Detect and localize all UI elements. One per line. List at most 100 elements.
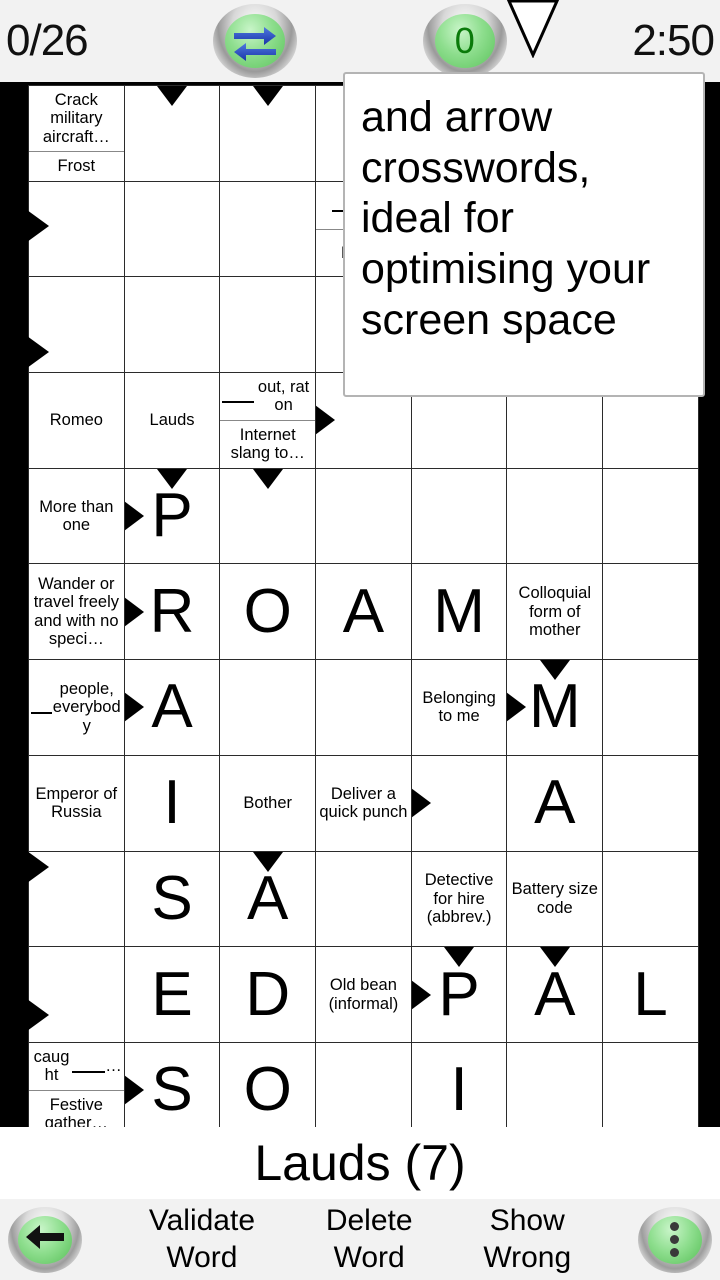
clue-text: Battery size code: [508, 852, 602, 946]
clue-text: Lauds: [125, 374, 219, 468]
delete-word-button[interactable]: Delete Word: [322, 1203, 417, 1276]
letter-cell[interactable]: [602, 850, 699, 948]
clue-cell[interactable]: Battery size code: [506, 850, 604, 948]
clue-text-line: Detective for hire (abbrev.): [424, 871, 494, 927]
clue-text-line: people, everybody: [29, 661, 123, 755]
letter-cell[interactable]: [219, 659, 317, 756]
clue-text-line: Old bean (informal): [328, 976, 399, 1013]
clue-text-line: Frost: [29, 151, 124, 180]
cell-letter: S: [151, 863, 193, 933]
clue-cell[interactable]: Lauds: [123, 372, 221, 469]
letter-cell[interactable]: [602, 659, 699, 756]
clue-cell[interactable]: out, rat on Internet slang to…: [219, 372, 317, 469]
grid-row: More than one P: [28, 467, 699, 565]
hint-button[interactable]: 0: [422, 0, 559, 78]
swap-direction-button[interactable]: [213, 4, 298, 78]
letter-cell[interactable]: [219, 276, 317, 374]
arrow-right-icon: [412, 979, 431, 1010]
clue-text: Belonging to me: [412, 661, 506, 755]
letter-cell[interactable]: [219, 180, 317, 278]
clue-text: Crack military aircraft… Frost: [29, 86, 124, 180]
clue-text-line: More than one: [39, 497, 114, 535]
timer-display: 2:50: [632, 16, 715, 65]
clue-cell[interactable]: Belonging to me: [410, 659, 508, 756]
letter-cell[interactable]: [410, 467, 508, 565]
status-bar: 0/26 0 2:50: [0, 0, 720, 82]
clue-cell[interactable]: Old bean (informal): [315, 946, 412, 1043]
letter-cell[interactable]: [602, 467, 699, 565]
letter-cell[interactable]: A: [315, 563, 412, 661]
letter-cell[interactable]: L: [602, 946, 699, 1043]
clue-cell[interactable]: Detective for hire (abbrev.): [410, 850, 508, 948]
validate-word-line1: Validate: [148, 1203, 255, 1237]
letter-cell[interactable]: A: [506, 754, 604, 852]
cell-letter: A: [342, 576, 385, 646]
arrow-right-icon: [27, 999, 49, 1032]
arrow-down-icon: [444, 947, 475, 968]
cell-letter: E: [151, 959, 193, 1029]
more-options-button[interactable]: [637, 1206, 712, 1273]
letter-cell[interactable]: O: [219, 563, 317, 661]
letter-cell[interactable]: [123, 85, 221, 182]
clue-cell[interactable]: Emperor of Russia: [28, 754, 125, 852]
arrow-right-icon: [125, 692, 144, 723]
letter-cell[interactable]: S: [123, 850, 221, 948]
grid-row: Emperor of Russia I Bother Deliver a quick …: [28, 754, 699, 852]
clue-cell[interactable]: Crack military aircraft… Frost: [28, 85, 125, 182]
letter-cell[interactable]: O: [219, 1041, 317, 1139]
letter-cell[interactable]: [506, 1041, 604, 1139]
letter-cell[interactable]: [315, 1041, 412, 1139]
letter-cell[interactable]: M: [506, 659, 604, 756]
letter-cell[interactable]: I: [123, 754, 221, 852]
clue-cell[interactable]: caught … Festive gather…: [28, 1041, 125, 1139]
back-button[interactable]: [8, 1206, 82, 1273]
letter-cell[interactable]: A: [506, 946, 604, 1043]
arrow-right-icon: [125, 501, 144, 532]
letter-cell[interactable]: R: [123, 563, 221, 661]
blank-line: [72, 1059, 106, 1074]
info-popup[interactable]: and arrow crosswords, ideal for optimisi…: [343, 72, 705, 397]
letter-cell[interactable]: [410, 754, 508, 852]
letter-cell[interactable]: D: [219, 946, 317, 1043]
letter-cell[interactable]: [506, 467, 604, 565]
swap-orb-inner: [225, 14, 286, 68]
clue-text-line: Battery size code: [511, 880, 598, 917]
grid-row: S A Detective for hire (abbrev.) Battery si…: [28, 850, 699, 948]
letter-cell[interactable]: [315, 467, 412, 565]
letter-cell[interactable]: [219, 467, 317, 565]
hint-orb-inner: 0: [434, 14, 495, 68]
letter-cell[interactable]: S: [123, 1041, 221, 1139]
letter-cell[interactable]: [219, 85, 317, 182]
clue-cell[interactable]: Wander or travel freely and with no spec…: [28, 563, 125, 661]
validate-word-button[interactable]: Validate Word: [145, 1203, 259, 1276]
clue-text: Bother: [221, 756, 315, 850]
clue-cell[interactable]: Colloquial form of mother: [506, 563, 604, 661]
letter-cell[interactable]: E: [123, 946, 221, 1043]
clue-text: Deliver a quick punch: [317, 756, 411, 850]
letter-cell[interactable]: P: [123, 467, 221, 565]
letter-cell[interactable]: [123, 180, 221, 278]
letter-cell[interactable]: [315, 850, 412, 948]
show-wrong-line2: Wrong: [483, 1240, 572, 1274]
clue-cell[interactable]: people, everybody: [28, 659, 125, 756]
letter-cell[interactable]: I: [410, 1041, 508, 1139]
show-wrong-button[interactable]: Show Wrong: [479, 1203, 575, 1276]
letter-cell[interactable]: [123, 276, 221, 374]
clue-text-line: Internet slang to…: [220, 419, 315, 467]
letter-cell[interactable]: A: [219, 850, 317, 948]
letter-cell[interactable]: [602, 1041, 699, 1139]
clue-cell[interactable]: Bother: [219, 754, 317, 852]
cell-letter: O: [243, 576, 292, 646]
letter-cell[interactable]: [602, 563, 699, 661]
progress-counter: 0/26: [6, 16, 89, 65]
arrow-down-icon: [157, 469, 188, 489]
clue-cell[interactable]: More than one: [28, 467, 125, 565]
letter-cell[interactable]: P: [410, 946, 508, 1043]
letter-cell[interactable]: A: [123, 659, 221, 756]
clue-cell[interactable]: Deliver a quick punch: [315, 754, 412, 852]
clue-cell[interactable]: Romeo: [28, 372, 125, 469]
letter-cell[interactable]: [602, 754, 699, 852]
letter-cell[interactable]: [315, 659, 412, 756]
cell-letter: D: [245, 959, 291, 1029]
letter-cell[interactable]: M: [410, 563, 508, 661]
